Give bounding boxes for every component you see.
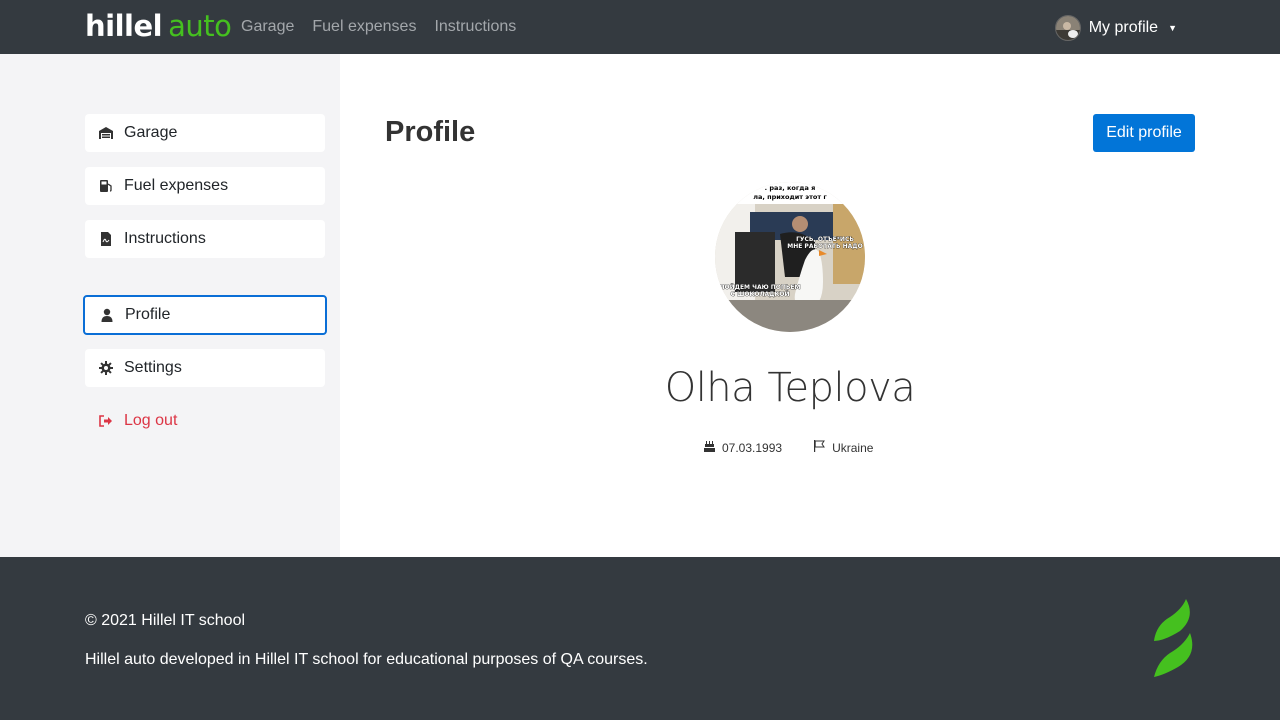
- garage-icon: [98, 125, 114, 141]
- svg-text:С ШОКОЛАДКОЙ: С ШОКОЛАДКОЙ: [730, 290, 789, 298]
- my-profile-label: My profile: [1088, 19, 1159, 36]
- footer-copyright: © 2021 Hillel IT school: [85, 612, 246, 629]
- hillel-auto-logo[interactable]: hillel auto: [85, 9, 232, 43]
- footer: © 2021 Hillel IT school Hillel auto deve…: [0, 557, 1280, 720]
- profile-full-name: Olha Teplova: [664, 365, 916, 411]
- gear-icon: [98, 360, 114, 376]
- footer-description: Hillel auto developed in Hillel IT schoo…: [85, 651, 648, 668]
- chevron-down-icon: ▼: [1168, 23, 1177, 33]
- my-profile-dropdown[interactable]: My profile ▼: [1054, 15, 1177, 41]
- nav-link-garage[interactable]: Garage: [241, 18, 294, 36]
- logo-auto-text: auto: [168, 9, 232, 43]
- logout-icon: [98, 413, 114, 429]
- svg-text:ПОЙДЕМ ЧАЮ ПОПЬЕМ: ПОЙДЕМ ЧАЮ ПОПЬЕМ: [719, 283, 800, 291]
- sidebar-item-label: Settings: [124, 359, 182, 376]
- sidebar: Garage Fuel expenses Instructions Profil…: [0, 54, 340, 557]
- svg-text:. раз, когда я: . раз, когда я: [765, 184, 816, 192]
- birth-date-value: 07.03.1993: [722, 440, 783, 455]
- user-icon: [99, 307, 115, 323]
- edit-profile-button[interactable]: Edit profile: [1093, 114, 1195, 152]
- sidebar-item-label: Instructions: [124, 230, 206, 247]
- main-content: Profile Edit profile . раз, когда я ла, …: [340, 54, 1280, 557]
- sidebar-item-settings[interactable]: Settings: [85, 349, 325, 387]
- country: Ukraine: [814, 440, 873, 455]
- avatar: [1054, 15, 1081, 41]
- page-title: Profile: [385, 116, 476, 148]
- sidebar-item-profile[interactable]: Profile: [83, 295, 327, 335]
- svg-text:МНЕ РАБОТАТЬ НАДО: МНЕ РАБОТАТЬ НАДО: [787, 243, 863, 250]
- hillel-leaf-logo-icon: [1150, 597, 1198, 684]
- nav-link-instructions[interactable]: Instructions: [434, 18, 516, 36]
- logo-hillel-text: hillel: [85, 9, 163, 43]
- birthday-cake-icon: [704, 440, 715, 455]
- fuel-icon: [98, 178, 114, 194]
- nav-link-fuel-expenses[interactable]: Fuel expenses: [312, 18, 416, 36]
- svg-text:ГУСЬ, ОТЪЕ*ИСЬ: ГУСЬ, ОТЪЕ*ИСЬ: [796, 236, 854, 243]
- sidebar-item-fuel-expenses[interactable]: Fuel expenses: [85, 167, 325, 205]
- birth-date: 07.03.1993: [704, 440, 782, 455]
- sidebar-item-label: Log out: [124, 412, 178, 429]
- sidebar-item-label: Fuel expenses: [124, 177, 229, 194]
- sidebar-item-garage[interactable]: Garage: [85, 114, 325, 152]
- top-navbar: hillel auto Garage Fuel expenses Instruc…: [0, 0, 1280, 54]
- main-nav: Garage Fuel expenses Instructions: [241, 18, 516, 36]
- country-value: Ukraine: [832, 440, 874, 455]
- profile-meta: 07.03.1993 Ukraine: [704, 440, 873, 455]
- document-icon: [98, 231, 114, 247]
- flag-icon: [814, 440, 825, 455]
- profile-photo: . раз, когда я ла, приходит этот г ГУСЬ,…: [715, 182, 865, 332]
- sidebar-item-label: Garage: [124, 124, 178, 141]
- svg-text:ла, приходит этот г: ла, приходит этот г: [753, 193, 827, 201]
- sidebar-item-instructions[interactable]: Instructions: [85, 220, 325, 258]
- sidebar-item-label: Profile: [125, 306, 171, 323]
- sidebar-item-logout[interactable]: Log out: [85, 402, 325, 440]
